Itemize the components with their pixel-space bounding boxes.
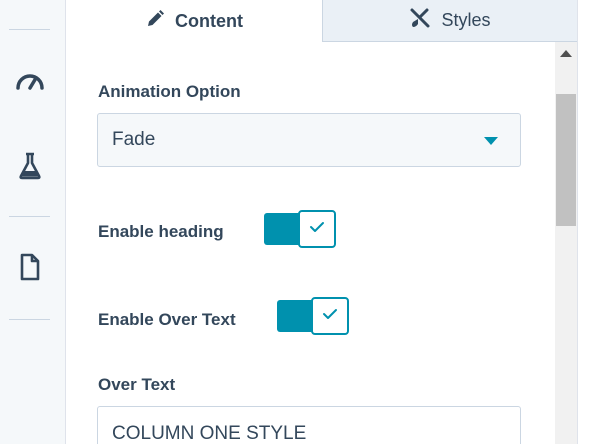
scroll-thumb[interactable] (556, 94, 576, 226)
over-text-label: Over Text (98, 375, 176, 394)
enable-heading-label: Enable heading (98, 222, 224, 241)
checkmark-icon (322, 307, 338, 325)
sidebar-divider (9, 319, 50, 320)
content-panel: Animation Option Fade Enable heading Ena… (66, 42, 555, 444)
enable-over-text-label: Enable Over Text (98, 310, 236, 329)
animation-option-label: Animation Option (98, 82, 241, 101)
tab-styles[interactable]: Styles (322, 0, 577, 42)
speedometer-icon[interactable] (14, 64, 46, 96)
right-edge (577, 0, 593, 444)
sidebar-divider (9, 216, 50, 217)
brush-icon (409, 7, 431, 34)
animation-option-value: Fade (112, 129, 156, 150)
document-icon[interactable] (14, 251, 46, 283)
scroll-up-arrow-icon[interactable] (560, 50, 572, 57)
toggle-knob (298, 210, 336, 248)
enable-over-text-toggle[interactable] (277, 297, 349, 335)
caret-down-icon (484, 137, 498, 145)
checkmark-icon (309, 220, 325, 238)
pencil-icon (145, 9, 165, 34)
tab-styles-label: Styles (441, 10, 491, 30)
toggle-knob (311, 297, 349, 335)
sidebar-divider (9, 29, 50, 30)
tab-bar: Content Styles (66, 0, 577, 42)
animation-option-select[interactable]: Fade (97, 113, 521, 167)
left-sidebar (0, 0, 66, 444)
tab-content-label: Content (175, 10, 243, 31)
panel-scrollbar[interactable] (555, 42, 577, 444)
tab-content[interactable]: Content (66, 0, 322, 42)
over-text-input[interactable]: COLUMN ONE STYLE (97, 406, 521, 444)
enable-heading-toggle[interactable] (264, 210, 336, 248)
flask-icon[interactable] (14, 150, 46, 182)
over-text-value: COLUMN ONE STYLE (112, 423, 307, 444)
